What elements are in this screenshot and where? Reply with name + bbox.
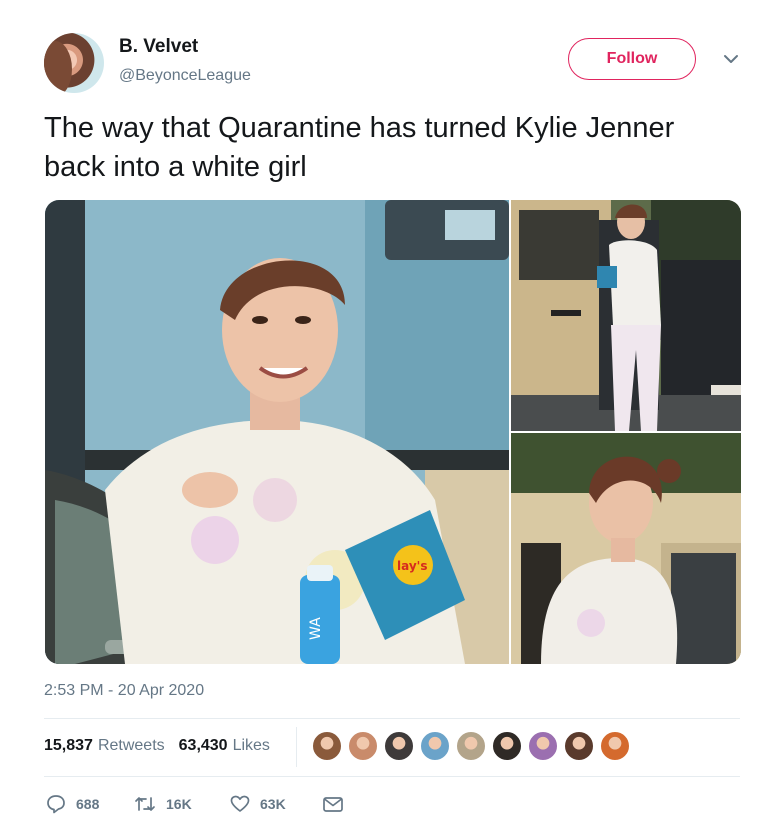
like-button[interactable]: 63K bbox=[230, 794, 322, 814]
liker-avatar[interactable] bbox=[384, 731, 414, 761]
bottle-label: WA bbox=[308, 617, 324, 640]
retweet-button[interactable]: 16K bbox=[134, 794, 230, 814]
liker-avatar[interactable] bbox=[456, 731, 486, 761]
bag-label: lay's bbox=[397, 559, 427, 573]
divider bbox=[44, 776, 740, 777]
tweet-text: The way that Quarantine has turned Kylie… bbox=[44, 112, 675, 183]
liker-avatar[interactable] bbox=[312, 731, 342, 761]
retweets-label: Retweets bbox=[97, 737, 165, 754]
author-handle[interactable]: @BeyonceLeague bbox=[119, 67, 251, 85]
likes-stat[interactable]: 63,430 Likes bbox=[179, 737, 270, 755]
message-icon bbox=[323, 797, 343, 812]
action-bar: 688 16K 63K bbox=[46, 794, 354, 814]
like-count: 63K bbox=[260, 796, 286, 812]
follow-button[interactable]: Follow bbox=[568, 38, 696, 80]
photo-main[interactable]: WA lay's bbox=[45, 200, 509, 664]
stats-separator bbox=[296, 727, 297, 767]
reply-button[interactable]: 688 bbox=[46, 794, 134, 814]
photo-bottom-right[interactable] bbox=[511, 433, 741, 664]
heart-icon bbox=[230, 795, 250, 812]
reply-icon bbox=[47, 795, 65, 814]
photo-top-right[interactable] bbox=[511, 200, 741, 431]
tweet-media: WA lay's bbox=[45, 200, 741, 664]
retweet-count: 16K bbox=[166, 796, 192, 812]
tweet-timestamp[interactable]: 2:53 PM - 20 Apr 2020 bbox=[44, 682, 204, 700]
chevron-down-icon[interactable] bbox=[722, 52, 740, 66]
retweet-icon bbox=[135, 797, 155, 811]
liker-avatar[interactable] bbox=[564, 731, 594, 761]
likes-count: 63,430 bbox=[178, 737, 228, 754]
liker-avatar[interactable] bbox=[492, 731, 522, 761]
reply-count: 688 bbox=[76, 796, 100, 812]
direct-message-button[interactable] bbox=[322, 795, 354, 813]
author-avatar[interactable] bbox=[44, 33, 104, 93]
liker-avatar[interactable] bbox=[420, 731, 450, 761]
liker-avatar[interactable] bbox=[348, 731, 378, 761]
retweets-count: 15,837 bbox=[44, 737, 93, 754]
retweets-stat[interactable]: 15,837 Retweets bbox=[44, 737, 165, 755]
liker-avatar[interactable] bbox=[600, 731, 630, 761]
divider bbox=[44, 718, 740, 719]
liker-avatars bbox=[312, 731, 636, 761]
likes-label: Likes bbox=[232, 737, 270, 754]
author-name[interactable]: B. Velvet bbox=[119, 36, 198, 58]
liker-avatar[interactable] bbox=[528, 731, 558, 761]
engagement-stats: 15,837 Retweets 63,430 Likes bbox=[44, 737, 270, 755]
